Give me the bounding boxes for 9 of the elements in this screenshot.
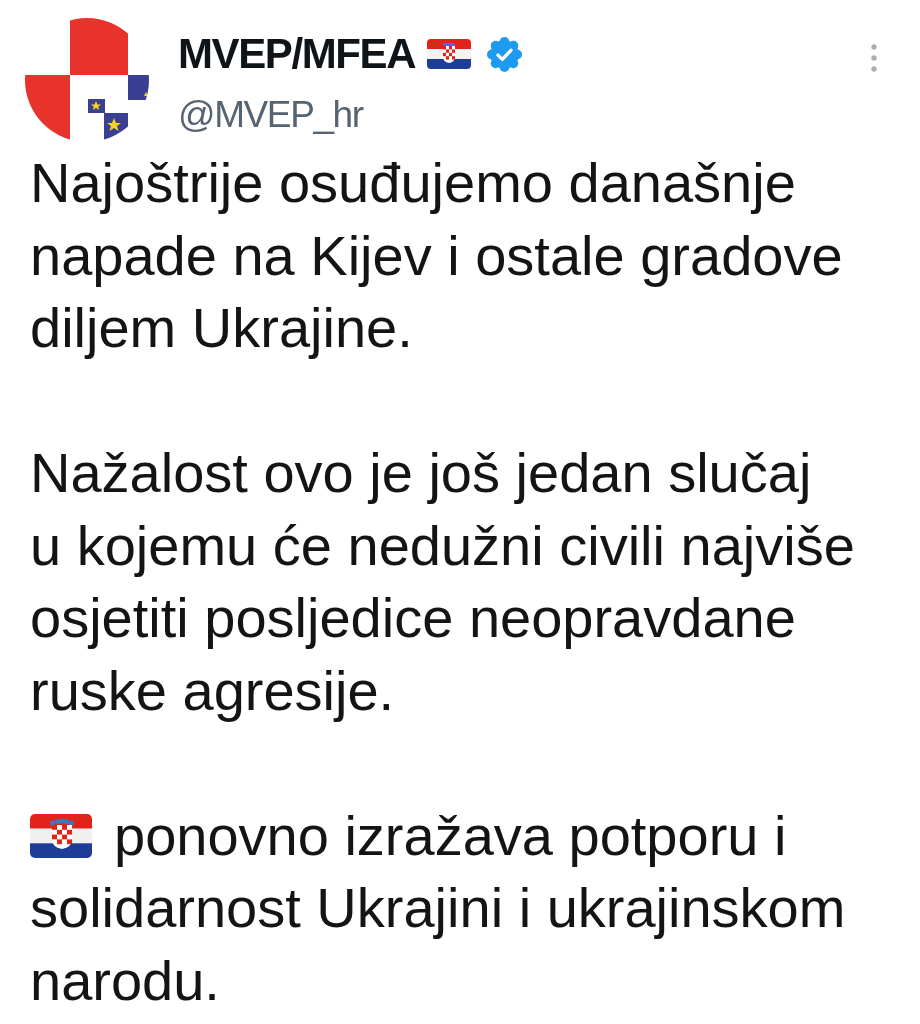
- tweet-paragraph: Nažalost ovo je još jedan slučaj u kojemu će nedužni civili najviše osjetiti posljedice neopravdane ruske agresije.: [30, 441, 855, 722]
- croatian-flag-icon: [30, 813, 92, 858]
- display-name: MVEP/MFEA: [178, 30, 416, 78]
- account-handle: @MVEP_hr: [178, 93, 365, 137]
- logo-icon: [25, 18, 150, 142]
- tweet-paragraph: Najoštrije osuđujemo današnje napade na Kijev i ostale gradove diljem Ukrajine.: [30, 151, 843, 359]
- croatian-flag-icon: [427, 39, 472, 69]
- tweet-paragraph: ponovno izražava potporu i solidarnost Ukrajini i ukrajinskom narodu.: [30, 803, 846, 1012]
- more-options-icon[interactable]: [871, 44, 877, 72]
